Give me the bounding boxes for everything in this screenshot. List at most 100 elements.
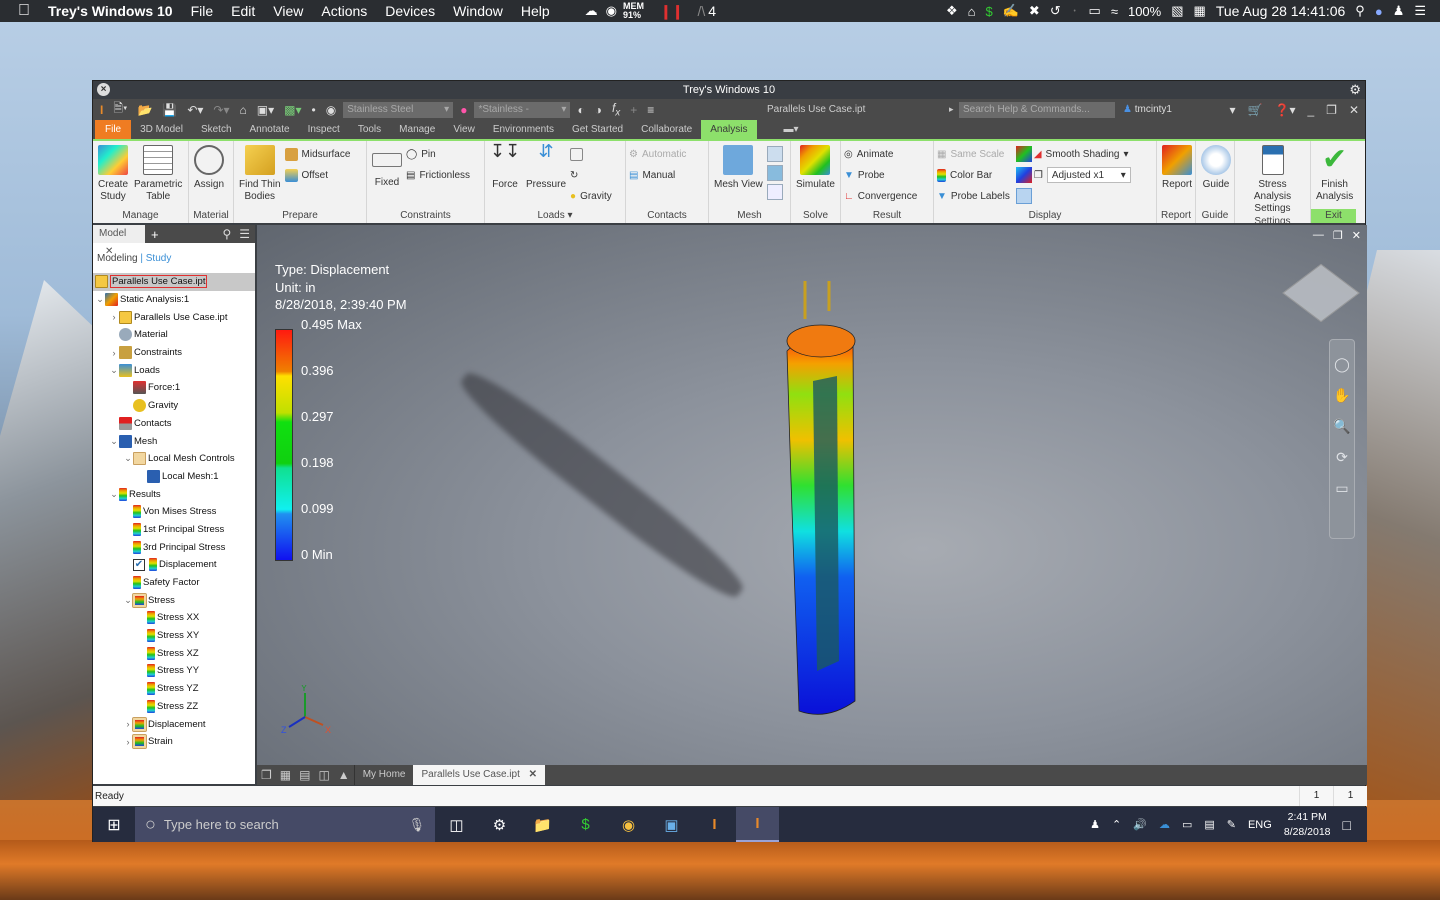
steering-wheel-icon[interactable]: ◯ [1334,356,1350,373]
menu-view[interactable]: View [264,3,312,19]
menu-window[interactable]: Window [444,3,512,19]
view-cube[interactable] [1282,263,1360,323]
tab-my-home[interactable]: My Home [353,765,414,785]
clear-appearance-icon[interactable]: ◑ [592,103,605,117]
chevron-right-icon[interactable]: › [109,312,119,322]
vm-titlebar[interactable]: × Trey's Windows 10 ⚙ [93,81,1365,99]
fx-parameters-icon[interactable]: fx [609,101,623,118]
clock[interactable]: Tue Aug 28 14:41:06 [1216,3,1345,19]
user-account[interactable]: ♟ tmcinty1 [1123,104,1172,115]
expand-search-icon[interactable]: ▸ [949,104,954,115]
min-max-icon[interactable] [1015,167,1032,183]
chevron-down-icon[interactable]: ⌄ [123,595,133,606]
undo-icon[interactable]: ↶▾ [184,103,206,117]
assign-button[interactable]: Assign [192,143,226,209]
look-at-icon[interactable]: ▭ [1335,480,1348,497]
frictionless-button[interactable]: ▤ Frictionless [406,167,470,183]
appearance-dropdown[interactable]: *Stainless - ▾ [474,101,571,118]
viewport-restore-icon[interactable]: ❐ [1333,229,1343,242]
tree-item[interactable]: ⌄ Static Analysis:1 [93,291,255,309]
find-thin-bodies-button[interactable]: Find Thin Bodies [237,143,283,209]
simulate-button[interactable]: Simulate [794,143,837,209]
taskbar-search-input[interactable]: ○ Type here to search 🎙 [135,807,435,842]
viewport-minimize-icon[interactable]: — [1313,229,1324,242]
displacement-scale-dropdown[interactable]: Adjusted x1 ▾ [1046,167,1131,183]
restore-icon[interactable]: ❐ [1326,103,1337,117]
pan-icon[interactable]: ✋ [1333,387,1350,404]
arrange-horizontal-icon[interactable]: ▤ [295,768,314,782]
viewport-close-icon[interactable]: ✕ [1352,229,1361,242]
cart-icon[interactable]: 🛒 [1248,103,1263,117]
settings-app-icon[interactable]: ⚙ [478,807,521,842]
apple-icon[interactable]:  [0,2,39,20]
tree-item[interactable]: › Parallels Use Case.ipt [93,308,255,326]
home-icon[interactable]: ⌂ [237,103,250,117]
tree-item[interactable]: 3rd Principal Stress [93,538,255,556]
gear-icon[interactable]: ⚙ [1349,82,1361,98]
money-app-icon[interactable]: $ [985,4,992,19]
tree-item[interactable]: Force:1 [93,379,255,397]
siri-icon[interactable]: ● [1375,4,1383,19]
plus-icon[interactable]: + [627,103,640,117]
mode-modeling[interactable]: Modeling [97,253,138,264]
tab-manage[interactable]: Manage [390,120,444,139]
shield-status-icon[interactable]: ◉ [606,3,617,19]
chrome-icon[interactable]: ◉ [607,807,650,842]
parametric-table-button[interactable]: Parametric Table [132,143,184,209]
properties-icon[interactable]: • [309,103,319,117]
inventor-app-icon[interactable]: I [693,807,736,842]
time-machine-icon[interactable]: ↺ [1050,3,1061,19]
onedrive-icon[interactable]: ☁ [1159,818,1170,831]
help-icon[interactable]: ❓▾ [1275,103,1296,117]
cpu-bars-icon[interactable]: ❙❙ [660,3,683,20]
taskbar-clock[interactable]: 2:41 PM 8/28/2018 [1284,810,1331,840]
battery-tray-icon[interactable]: ▭ [1182,818,1192,831]
tree-item[interactable]: Gravity [93,397,255,415]
tab-collaborate[interactable]: Collaborate [632,120,701,139]
tree-item[interactable]: Stress XY [93,627,255,645]
tab-analysis[interactable]: Analysis [701,120,757,139]
money-app-taskbar-icon[interactable]: $ [564,807,607,842]
group-label-loads[interactable]: Loads ▾ [485,209,625,223]
mesh-table-icon[interactable] [766,146,783,162]
pin-button[interactable]: ◯ Pin [406,146,470,162]
menu-app-name[interactable]: Trey's Windows 10 [39,3,182,19]
chevron-down-icon[interactable]: ⌄ [109,365,119,376]
ribbon-display-toggle-icon[interactable]: ▬▾ [775,120,808,139]
guide-button[interactable]: Guide [1199,143,1233,209]
volume-icon[interactable]: 🔊 [1133,818,1147,831]
chevron-right-icon[interactable]: › [123,737,133,747]
backup-home-icon[interactable]: ⌂ [968,4,976,19]
shading-dropdown[interactable]: ◢ Smooth Shading ▾ [1034,146,1131,162]
tree-item[interactable]: Stress XZ [93,644,255,662]
tree-item[interactable]: Stress YY [93,662,255,680]
window-app-icon[interactable]: ▣ [650,807,693,842]
close-window-icon[interactable]: ✕ [1349,103,1359,117]
tree-item[interactable]: Contacts [93,415,255,433]
cascade-windows-icon[interactable]: ❐ [257,768,276,782]
menu-file[interactable]: File [182,3,223,19]
parallels-menu-icon[interactable]: ▦ [1194,3,1206,19]
tab-view[interactable]: View [444,120,484,139]
material-globe-icon[interactable]: ◉ [323,103,339,117]
tab-sketch[interactable]: Sketch [192,120,241,139]
inventor-active-app-icon[interactable]: I [736,807,779,842]
chevron-down-icon[interactable]: ⌄ [123,453,133,464]
graphics-viewport[interactable]: — ❐ ✕ Type: Displacement Unit: in 8/28/2… [257,225,1367,765]
inventor-logo-icon[interactable]: I [97,103,106,117]
manual-contacts-button[interactable]: ▤ Manual [629,167,686,183]
tab-model[interactable]: Model ✕ [93,225,145,257]
add-tab-icon[interactable]: + [145,227,165,242]
part-model[interactable] [777,281,857,721]
tree-item[interactable]: Safety Factor [93,574,255,592]
help-search-input[interactable]: Search Help & Commands... [959,101,1115,118]
open-icon[interactable]: 📂 [134,103,155,117]
orbit-icon[interactable]: ⟳ [1336,449,1348,466]
notification-center-icon[interactable]: ☰ [1414,3,1426,19]
tab-get-started[interactable]: Get Started [563,120,632,139]
offset-button[interactable]: Offset [284,167,351,183]
convergence-settings-icon[interactable] [766,184,783,200]
memory-indicator[interactable]: MEM 91% [623,2,644,20]
select-icon[interactable]: ▩▾ [281,103,304,117]
tree-item[interactable]: Parallels Use Case.ipt [93,273,255,291]
